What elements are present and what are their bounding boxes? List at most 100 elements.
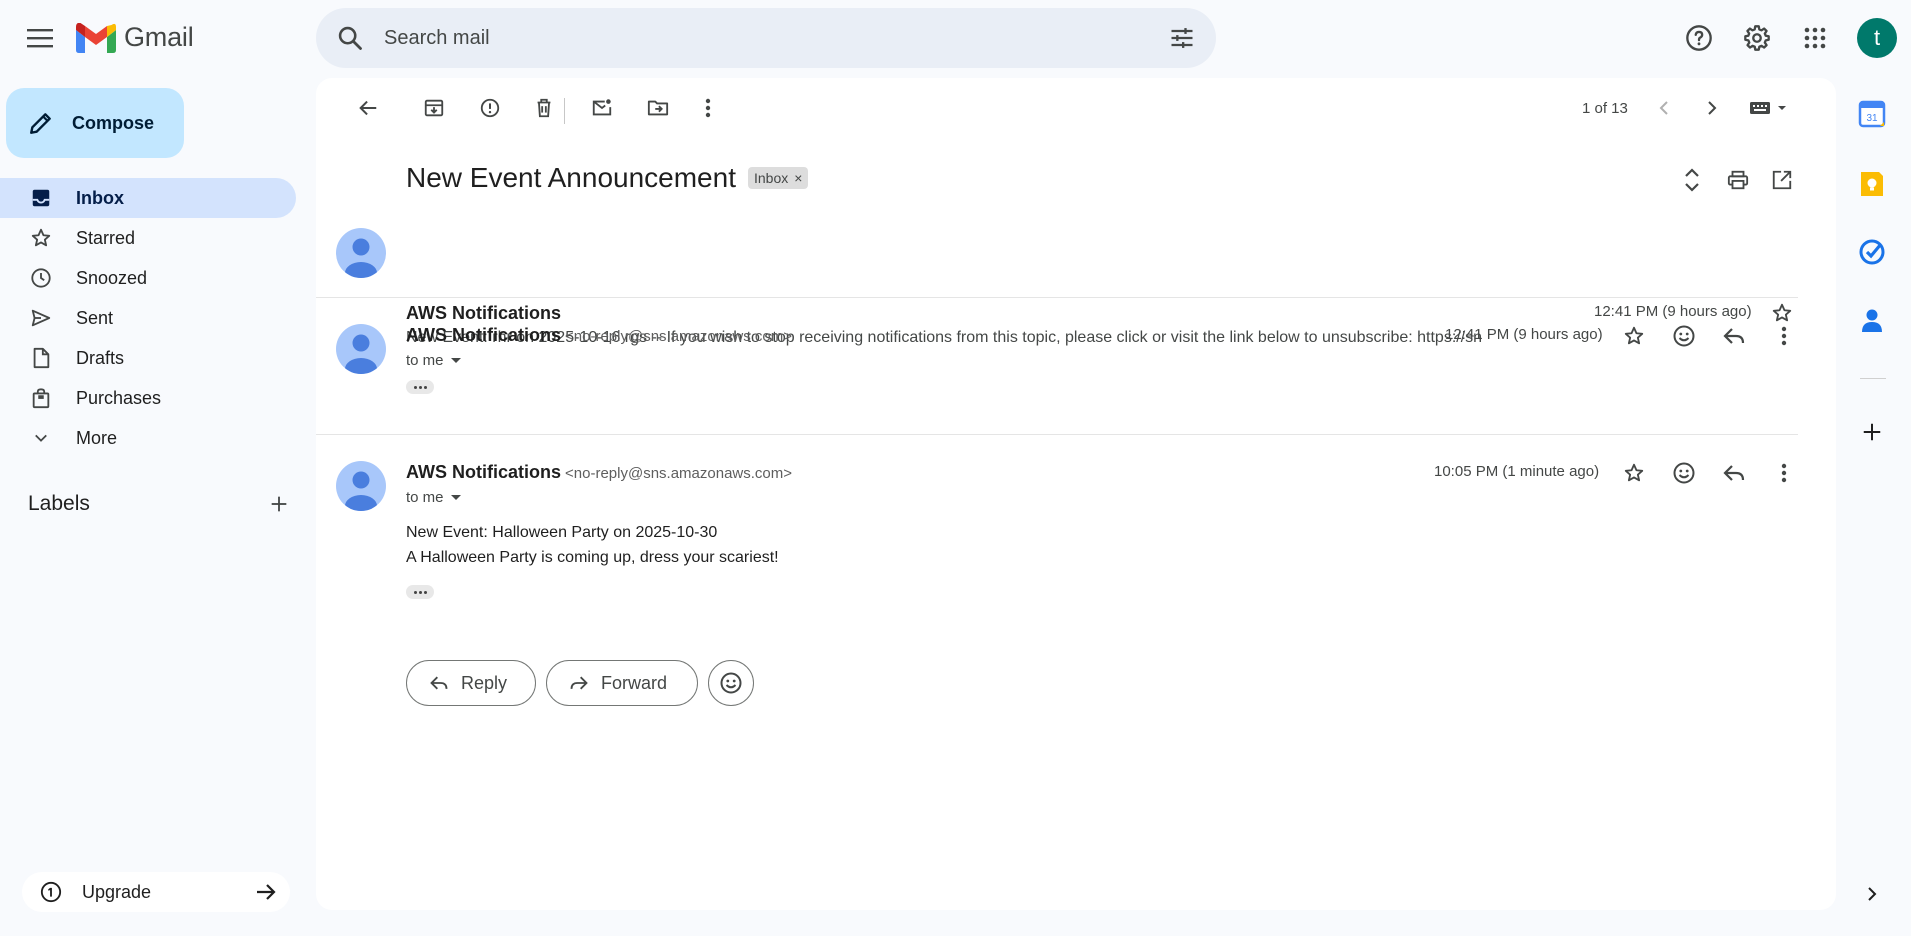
older-chevron-icon[interactable]	[1694, 90, 1730, 126]
back-arrow-icon[interactable]	[350, 90, 386, 126]
sidebar-item-snoozed[interactable]: Snoozed	[0, 258, 296, 298]
emoji-icon	[720, 672, 742, 694]
search-input[interactable]: Search mail	[384, 27, 490, 50]
sidebar-item-label: Drafts	[76, 347, 125, 368]
message-time: 12:41 PM (9 hours ago)	[1445, 326, 1603, 343]
sidebar-item-inbox[interactable]: Inbox	[0, 178, 296, 218]
calendar-day-text: 31	[1866, 113, 1878, 124]
reply-icon	[430, 676, 448, 690]
draft-icon	[28, 345, 54, 371]
sidebar-item-label: Starred	[76, 227, 136, 248]
sidebar-item-purchases[interactable]: Purchases	[0, 378, 296, 418]
emoji-react-icon[interactable]	[1664, 316, 1704, 356]
reply-label: Reply	[461, 672, 508, 693]
show-trimmed-content-button[interactable]	[406, 585, 434, 599]
sidebar-item-starred[interactable]: Starred	[0, 218, 296, 258]
sender-email: <no-reply@sns.amazonaws.com>	[565, 328, 793, 345]
star-icon[interactable]	[1614, 316, 1654, 356]
reply-icon[interactable]	[1714, 316, 1754, 356]
message-more-icon[interactable]	[1764, 453, 1804, 493]
trash-icon[interactable]	[526, 90, 562, 126]
toolbar-divider	[564, 98, 565, 124]
reply-button[interactable]: Reply	[406, 660, 536, 706]
move-to-icon[interactable]	[640, 90, 676, 126]
side-panel: 31	[1836, 78, 1911, 936]
search-options-icon[interactable]	[1168, 24, 1196, 52]
star-icon[interactable]	[1614, 453, 1654, 493]
caret-down-icon	[450, 494, 461, 500]
sidebar-item-label: Inbox	[76, 187, 124, 208]
add-app-icon[interactable]	[1852, 412, 1892, 452]
help-icon[interactable]	[1677, 16, 1721, 60]
recipients-toggle[interactable]: to me	[406, 489, 462, 506]
message-divider	[316, 434, 1798, 435]
apps-grid-icon[interactable]	[1793, 16, 1837, 60]
calendar-icon[interactable]: 31	[1852, 94, 1892, 134]
recipients-text: to me	[406, 489, 444, 506]
hamburger-icon	[27, 29, 53, 48]
side-panel-divider	[1860, 378, 1886, 379]
input-tools-icon[interactable]	[1744, 90, 1796, 126]
gmail-logo[interactable]: Gmail	[76, 22, 194, 53]
sidebar-item-sent[interactable]: Sent	[0, 298, 296, 338]
open-new-window-icon[interactable]	[1764, 162, 1800, 198]
labels-title: Labels	[28, 492, 90, 515]
expand-all-icon[interactable]	[1674, 162, 1710, 198]
forward-button[interactable]: Forward	[546, 660, 698, 706]
upgrade-icon	[40, 881, 62, 903]
labels-section: Labels	[28, 492, 290, 516]
emoji-reaction-button[interactable]	[708, 660, 754, 706]
sidebar-item-more[interactable]: More	[0, 418, 296, 458]
label-chip-text: Inbox	[753, 170, 789, 186]
add-label-icon[interactable]	[268, 493, 290, 515]
send-icon	[28, 305, 54, 331]
sidebar-item-drafts[interactable]: Drafts	[0, 338, 296, 378]
archive-icon[interactable]	[416, 90, 452, 126]
clock-icon	[28, 265, 54, 291]
search-bar[interactable]: Search mail	[316, 8, 1216, 68]
reply-icon[interactable]	[1714, 453, 1754, 493]
settings-gear-icon[interactable]	[1735, 16, 1779, 60]
sender-name-text: AWS Notifications	[406, 462, 562, 482]
show-trimmed-content-button[interactable]	[406, 380, 434, 394]
sender-avatar	[336, 461, 386, 511]
sender-avatar	[336, 324, 386, 374]
shopping-bag-icon	[28, 385, 54, 411]
sender-name: AWS Notifications	[406, 303, 562, 323]
message-more-icon[interactable]	[1764, 316, 1804, 356]
recipients-text: to me	[406, 352, 444, 369]
contacts-icon[interactable]	[1852, 300, 1892, 340]
account-avatar[interactable]: t	[1857, 18, 1897, 58]
emoji-react-icon[interactable]	[1664, 453, 1704, 493]
pagination-text: 1 of 13	[1582, 100, 1628, 117]
more-options-icon[interactable]	[690, 90, 726, 126]
compose-label: Compose	[72, 112, 155, 133]
compose-button[interactable]: Compose	[6, 88, 184, 158]
sender-name: AWS Notifications <no-reply@sns.amazonaws…	[406, 462, 792, 483]
report-spam-icon[interactable]	[472, 90, 508, 126]
upgrade-label: Upgrade	[82, 881, 152, 902]
remove-label-icon[interactable]: ×	[794, 170, 802, 186]
recipients-toggle[interactable]: to me	[406, 352, 462, 369]
top-bar: Gmail Search mail t	[0, 0, 1911, 76]
upgrade-button[interactable]: Upgrade	[22, 872, 290, 912]
message-time: 10:05 PM (1 minute ago)	[1434, 463, 1600, 480]
message-collapsed[interactable]: AWS Notifications New Event: rhr on 2025…	[316, 223, 1796, 377]
sender-name: AWS Notifications <no-reply@sns.amazonaws…	[406, 325, 792, 346]
caret-down-icon	[450, 357, 461, 363]
label-chip[interactable]: Inbox ×	[747, 167, 809, 189]
expand-panel-chevron-icon[interactable]	[1852, 874, 1892, 914]
message-pane: 1 of 13 New Event Announcement Inbox × A…	[316, 78, 1836, 910]
mark-unread-icon[interactable]	[584, 90, 620, 126]
message-body-line: New Event: Halloween Party on 2025-10-30	[406, 524, 718, 541]
forward-icon	[570, 676, 588, 690]
sender-avatar	[336, 228, 386, 278]
newer-chevron-icon[interactable]	[1646, 90, 1682, 126]
pencil-icon	[30, 113, 51, 134]
print-icon[interactable]	[1720, 162, 1756, 198]
search-icon[interactable]	[336, 24, 364, 52]
tasks-icon[interactable]	[1852, 232, 1892, 272]
keep-icon[interactable]	[1852, 164, 1892, 204]
main-menu-button[interactable]	[20, 18, 60, 58]
inbox-icon	[28, 185, 54, 211]
